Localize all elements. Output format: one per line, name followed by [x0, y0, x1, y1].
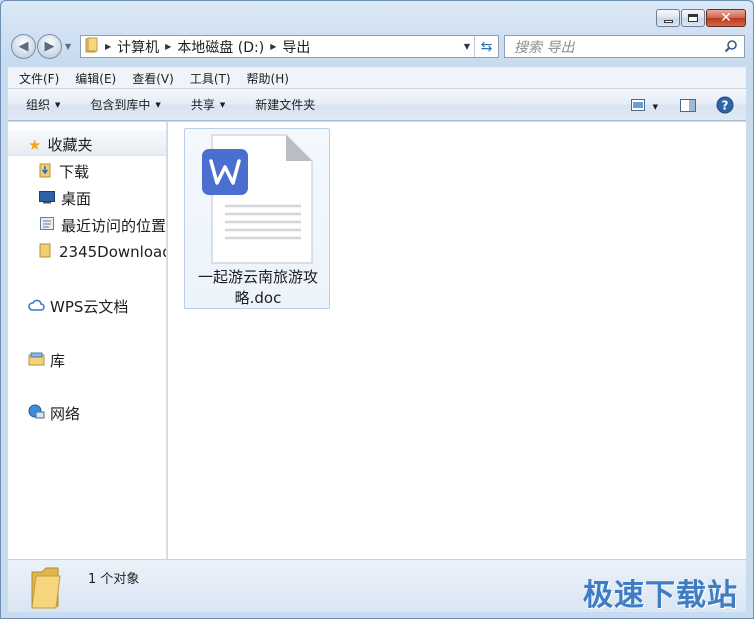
file-list[interactable]: 一起游云南旅游攻 略.doc — [168, 122, 746, 559]
chevron-down-icon: ▼ — [55, 100, 61, 109]
network-icon — [28, 404, 45, 424]
network-label: 网络 — [50, 405, 81, 423]
address-bar[interactable]: ▶ 计算机 ▶ 本地磁盘 (D:) ▶ 导出 ▼ ⇆ — [80, 35, 499, 58]
folder-icon — [85, 37, 99, 57]
menu-file[interactable]: 文件(F) — [19, 70, 59, 87]
recent-places-icon — [39, 216, 55, 235]
refresh-icon: ⇆ — [480, 38, 493, 55]
include-in-library-button[interactable]: 包含到库中 ▼ — [90, 96, 160, 113]
file-item[interactable]: 一起游云南旅游攻 略.doc — [184, 128, 330, 309]
breadcrumb-arrow-icon[interactable]: ▶ — [165, 42, 171, 51]
share-label: 共享 — [190, 98, 215, 112]
cloud-icon — [28, 298, 45, 316]
history-buttons: ◀ ▶ ▼ — [11, 34, 71, 59]
forward-arrow-icon: ▶ — [44, 39, 55, 54]
folder-icon — [39, 242, 53, 262]
share-button[interactable]: 共享 ▼ — [191, 96, 225, 113]
search-input[interactable]: 搜索 导出 — [504, 35, 745, 58]
help-icon[interactable]: ? — [716, 96, 734, 117]
include-in-library-label: 包含到库中 — [90, 98, 151, 112]
menu-edit[interactable]: 编辑(E) — [75, 70, 116, 87]
nav-libraries[interactable]: 库 — [28, 350, 65, 371]
menu-help[interactable]: 帮助(H) — [247, 70, 289, 87]
breadcrumb-arrow-icon[interactable]: ▶ — [270, 42, 276, 51]
folder-large-icon — [28, 566, 64, 613]
organize-label: 组织 — [26, 98, 51, 112]
recent-places-label: 最近访问的位置 — [61, 217, 167, 235]
breadcrumb-arrow-icon[interactable]: ▶ — [105, 42, 111, 51]
breadcrumb-drive-d[interactable]: 本地磁盘 (D:) — [177, 37, 264, 57]
nav-network[interactable]: 网络 — [28, 403, 80, 424]
maximize-icon — [688, 14, 698, 22]
maximize-button[interactable] — [681, 9, 705, 27]
navigation-pane: ★ 收藏夹 下载 桌面 最近访问的位置 2345Downloads — [8, 122, 167, 559]
search-icon[interactable] — [724, 39, 738, 57]
window-controls: ✕ — [655, 9, 746, 27]
libraries-label: 库 — [50, 352, 66, 370]
back-arrow-icon: ◀ — [18, 39, 29, 54]
library-icon — [28, 352, 45, 370]
star-icon: ★ — [28, 135, 42, 154]
nav-item-2345downloads[interactable]: 2345Downloads — [39, 242, 166, 262]
search-placeholder: 搜索 导出 — [514, 39, 575, 56]
address-dropdown-icon[interactable]: ▼ — [464, 42, 470, 51]
file-name-line-2: 略.doc — [234, 289, 282, 307]
file-name: 一起游云南旅游攻 略.doc — [185, 267, 331, 309]
breadcrumb-computer[interactable]: 计算机 — [117, 37, 159, 57]
menu-view[interactable]: 查看(V) — [132, 70, 174, 87]
organize-button[interactable]: 组织 ▼ — [26, 96, 60, 113]
wps-cloud-label: WPS云文档 — [50, 298, 129, 316]
refresh-button[interactable]: ⇆ — [474, 36, 498, 57]
wps-doc-icon — [200, 133, 314, 268]
new-folder-label: 新建文件夹 — [255, 98, 316, 112]
nav-item-desktop[interactable]: 桌面 — [39, 188, 91, 209]
desktop-label: 桌面 — [61, 190, 92, 208]
favorites-label: 收藏夹 — [47, 136, 93, 154]
nav-favorites[interactable]: ★ 收藏夹 — [28, 134, 92, 155]
new-folder-button[interactable]: 新建文件夹 — [255, 96, 315, 113]
recent-pages-dropdown[interactable]: ▼ — [65, 42, 71, 51]
preview-pane-icon[interactable] — [680, 98, 696, 115]
svg-text:?: ? — [722, 99, 729, 113]
view-dropdown-icon[interactable]: ▼ — [653, 103, 658, 111]
2345downloads-label: 2345Downloads — [59, 243, 166, 261]
chevron-down-icon: ▼ — [219, 100, 226, 109]
close-button[interactable]: ✕ — [706, 9, 746, 27]
back-button[interactable]: ◀ — [11, 34, 36, 59]
minimize-button[interactable] — [656, 9, 680, 27]
nav-item-recent-places[interactable]: 最近访问的位置 — [39, 215, 166, 236]
command-bar: 组织 ▼ 包含到库中 ▼ 共享 ▼ 新建文件夹 ▼ ? — [8, 88, 746, 121]
nav-wps-cloud[interactable]: WPS云文档 — [28, 296, 128, 317]
breadcrumb-export[interactable]: 导出 — [282, 37, 310, 57]
file-name-line-1: 一起游云南旅游攻 — [197, 268, 318, 286]
downloads-label: 下载 — [59, 163, 90, 181]
downloads-folder-icon — [39, 162, 53, 182]
explorer-window: ✕ ◀ ▶ ▼ ▶ 计算机 ▶ 本地磁盘 (D:) ▶ 导出 ▼ ⇆ 搜索 导出… — [0, 0, 754, 619]
forward-button[interactable]: ▶ — [37, 34, 62, 59]
nav-item-downloads[interactable]: 下载 — [39, 161, 89, 182]
view-controls: ▼ ? — [630, 96, 734, 117]
menu-tools[interactable]: 工具(T) — [190, 70, 231, 87]
change-view-icon[interactable] — [630, 99, 645, 114]
details-pane: 1 个对象 极速下载站 — [8, 559, 746, 613]
item-count: 1 个对象 — [88, 572, 140, 587]
minimize-icon — [663, 19, 673, 23]
menu-bar: 文件(F) 编辑(E) 查看(V) 工具(T) 帮助(H) — [8, 67, 746, 88]
desktop-icon — [39, 190, 55, 208]
close-icon: ✕ — [720, 10, 732, 26]
watermark: 极速下载站 — [583, 578, 738, 613]
chevron-down-icon: ▼ — [155, 100, 161, 109]
